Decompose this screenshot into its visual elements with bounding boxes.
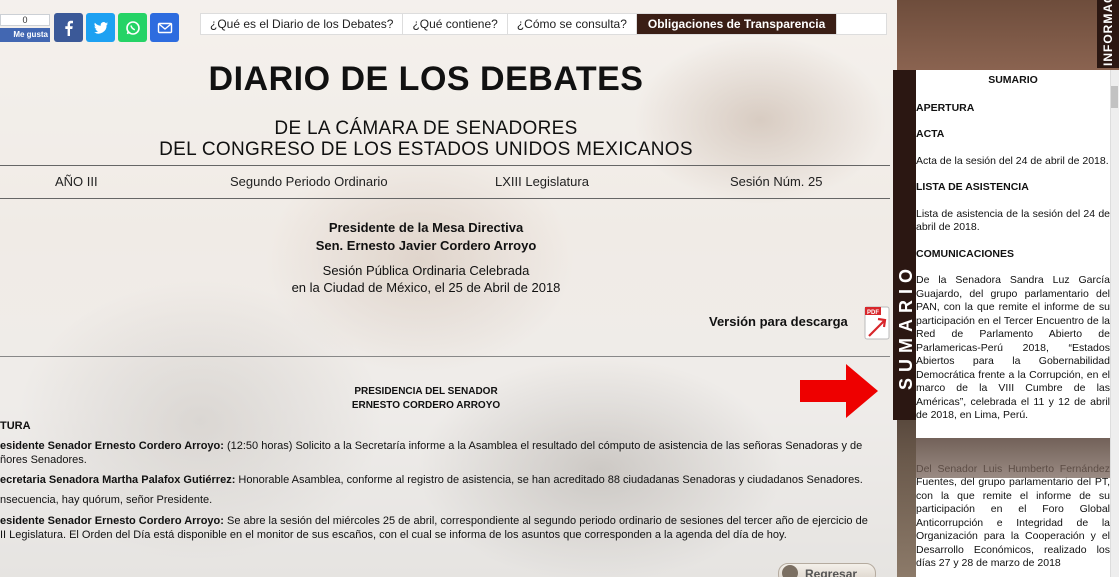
paragraph-text: Honorable Asamblea, conforme al registro… bbox=[235, 474, 863, 486]
scrollbar-thumb[interactable] bbox=[1111, 86, 1118, 108]
divider bbox=[0, 165, 890, 166]
transcript-paragraph: ecretaria Senadora Martha Palafox Gutiér… bbox=[0, 473, 882, 487]
sumario-item[interactable]: Del Senador Luis Humberto Fernández Fuen… bbox=[916, 463, 1110, 571]
sumario-item[interactable]: Acta de la sesión del 24 de abril de 201… bbox=[916, 155, 1110, 169]
twitter-share-button[interactable] bbox=[86, 13, 115, 42]
facebook-share-button[interactable] bbox=[54, 13, 83, 42]
like-label: Me gusta bbox=[13, 30, 48, 39]
session-period: Segundo Periodo Ordinario bbox=[230, 174, 388, 189]
sumario-tab[interactable]: SUMARIO bbox=[893, 70, 916, 420]
informacion-tab-label: INFORMAC bbox=[1101, 0, 1115, 66]
like-count: 0 bbox=[0, 14, 50, 26]
speaker: esidente Senador Ernesto Cordero Arroyo: bbox=[0, 515, 224, 527]
subtitle-camara: DE LA CÁMARA DE SENADORES bbox=[274, 118, 578, 139]
speaker: ecretaria Senadora Martha Palafox Gutiér… bbox=[0, 474, 236, 486]
sumario-link-acta[interactable]: ACTA bbox=[916, 128, 1110, 142]
nav-como-se-consulta[interactable]: ¿Cómo se consulta? bbox=[508, 14, 637, 34]
envelope-icon bbox=[157, 22, 172, 33]
facebook-like-button[interactable]: Me gusta bbox=[0, 28, 50, 42]
subtitle-congreso: DEL CONGRESO DE LOS ESTADOS UNIDOS MEXIC… bbox=[159, 139, 693, 160]
mesa-role: Presidente de la Mesa Directiva bbox=[328, 220, 524, 235]
session-legislature: LXIII Legislatura bbox=[495, 174, 589, 189]
sumario-panel[interactable]: SUMARIO APERTURA ACTA Acta de la sesión … bbox=[916, 70, 1113, 577]
sumario-item[interactable]: De la Senadora Sandra Luz García Guajard… bbox=[916, 274, 1110, 423]
transcript-paragraph: nsecuencia, hay quórum, señor Presidente… bbox=[0, 494, 213, 506]
section-heading: TURA bbox=[0, 420, 31, 432]
email-share-button[interactable] bbox=[150, 13, 179, 42]
svg-text:PDF: PDF bbox=[867, 310, 879, 316]
twitter-icon bbox=[93, 21, 108, 34]
sumario-link-comunicaciones[interactable]: COMUNICACIONES bbox=[916, 248, 1110, 262]
page-title: DIARIO DE LOS DEBATES bbox=[208, 60, 644, 98]
divider bbox=[0, 198, 890, 199]
nav-que-contiene[interactable]: ¿Qué contiene? bbox=[403, 14, 508, 34]
facebook-icon bbox=[64, 20, 73, 36]
session-number: Sesión Núm. 25 bbox=[730, 174, 823, 189]
transcript-paragraph: ñores Senadores. bbox=[0, 454, 87, 466]
top-navigation: ¿Qué es el Diario de los Debates? ¿Qué c… bbox=[200, 13, 887, 35]
transcript-paragraph: II Legislatura. El Orden del Día está di… bbox=[0, 529, 787, 541]
transcript-paragraph: esidente Senador Ernesto Cordero Arroyo:… bbox=[0, 514, 882, 528]
pdf-icon[interactable]: PDF bbox=[864, 306, 890, 340]
sumario-link-apertura[interactable]: APERTURA bbox=[916, 102, 1110, 116]
nav-obligaciones-transparencia[interactable]: Obligaciones de Transparencia bbox=[636, 14, 838, 34]
sumario-title: SUMARIO bbox=[988, 74, 1038, 86]
paragraph-text: Se abre la sesión del miércoles 25 de ab… bbox=[223, 515, 868, 527]
sumario-tab-label: SUMARIO bbox=[896, 263, 916, 390]
whatsapp-share-button[interactable] bbox=[118, 13, 147, 42]
session-description: Sesión Pública Ordinaria Celebrada bbox=[322, 263, 530, 278]
sumario-link-lista[interactable]: LISTA DE ASISTENCIA bbox=[916, 181, 1110, 195]
presidencia-line1: PRESIDENCIA DEL SENADOR bbox=[354, 386, 498, 397]
arrow-right-icon bbox=[800, 364, 878, 418]
speaker: esidente Senador Ernesto Cordero Arroyo: bbox=[0, 440, 224, 452]
download-link[interactable]: Versión para descarga bbox=[709, 314, 848, 329]
session-location-date: en la Ciudad de México, el 25 de Abril d… bbox=[291, 280, 561, 295]
sumario-scrollbar[interactable] bbox=[1110, 70, 1119, 577]
whatsapp-icon bbox=[125, 20, 140, 35]
sumario-item[interactable]: Lista de asistencia de la sesión del 24 … bbox=[916, 208, 1110, 235]
transcript-paragraph: esidente Senador Ernesto Cordero Arroyo:… bbox=[0, 439, 882, 453]
informacion-tab[interactable]: INFORMAC bbox=[1097, 0, 1119, 68]
session-year: AÑO III bbox=[55, 174, 98, 189]
back-arrow-icon bbox=[782, 565, 798, 577]
presidencia-line2: ERNESTO CORDERO ARROYO bbox=[351, 400, 501, 411]
paragraph-text: (12:50 horas) Solicito a la Secretaría i… bbox=[223, 440, 863, 452]
nav-que-es[interactable]: ¿Qué es el Diario de los Debates? bbox=[201, 14, 404, 34]
sumario-photo-gap bbox=[916, 438, 1113, 478]
divider bbox=[0, 356, 890, 357]
mesa-president-name: Sen. Ernesto Javier Cordero Arroyo bbox=[315, 238, 537, 253]
